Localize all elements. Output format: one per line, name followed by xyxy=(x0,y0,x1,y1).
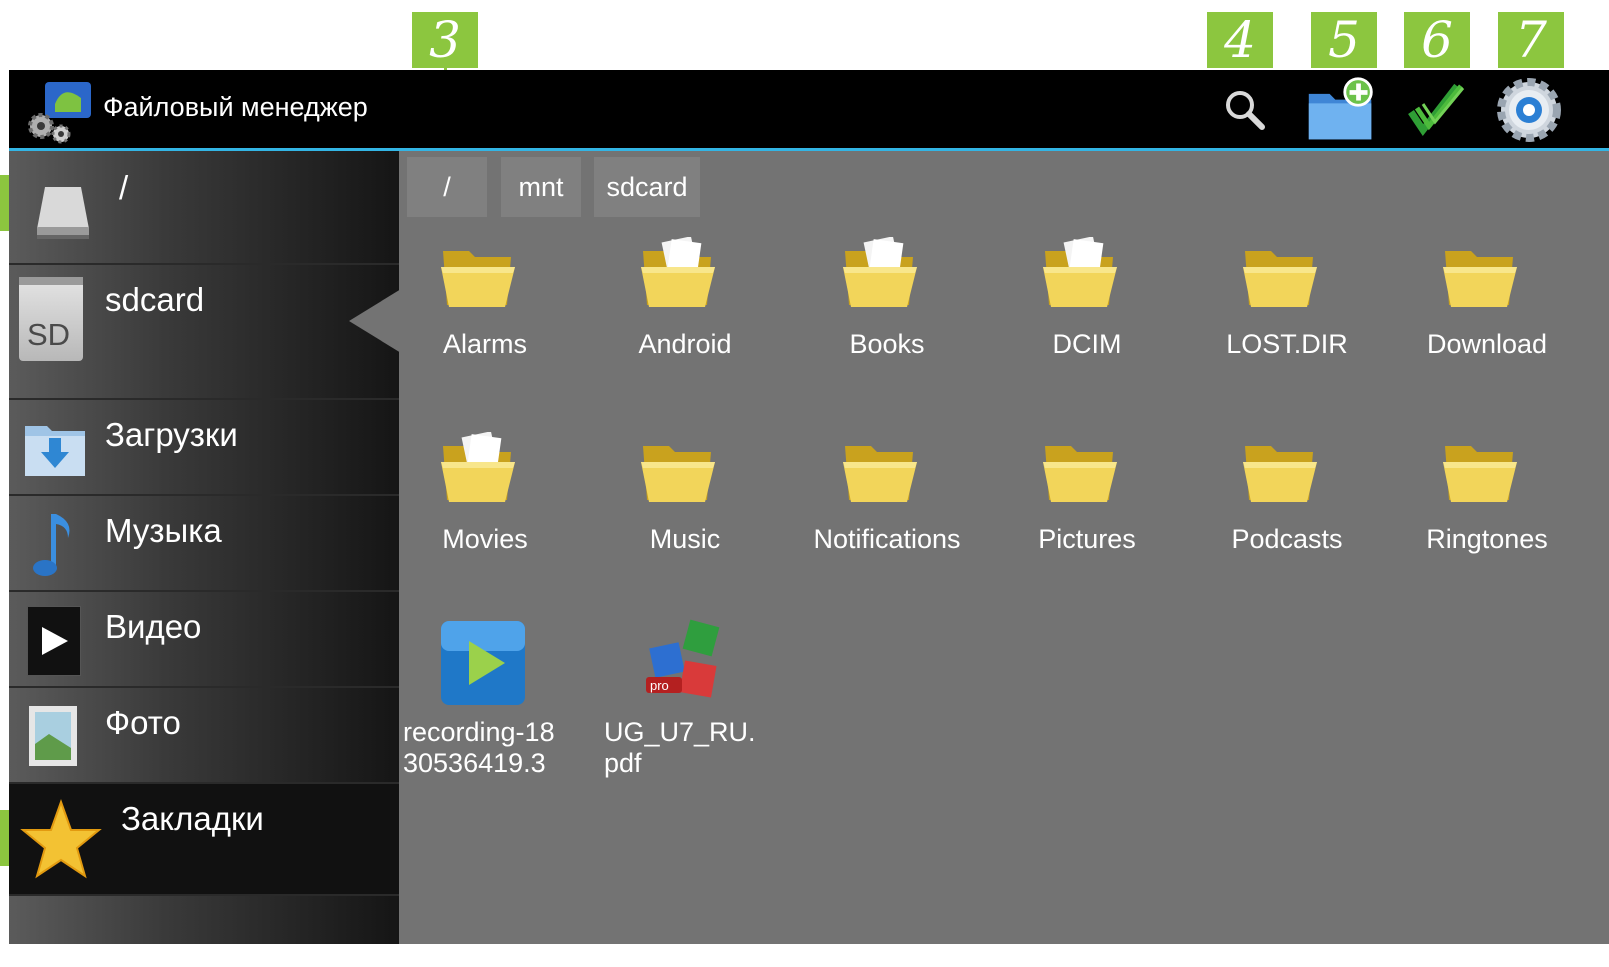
sd-card-icon: SD xyxy=(19,277,83,361)
folder-name: Books xyxy=(849,329,925,359)
file-manager-app: Файловый менеджер / SD sdcard Загрузки М… xyxy=(9,70,1609,944)
drive-icon xyxy=(37,187,89,239)
sidebar-item-label: Видео xyxy=(105,608,202,645)
sidebar-item-bookmarks[interactable]: Закладки xyxy=(9,784,399,896)
sidebar-item-label: Загрузки xyxy=(105,416,238,453)
callout-6: 6 xyxy=(1404,12,1470,68)
file-browser-panel: / mnt sdcard Alarms Android Books DCIM LOST.… xyxy=(399,151,1609,944)
callout-7: 7 xyxy=(1498,12,1564,68)
folder-name: Music xyxy=(649,524,721,554)
folder-name: Podcasts xyxy=(1231,524,1343,554)
folder-name: LOST.DIR xyxy=(1226,329,1348,359)
file-tile-recording[interactable]: recording-18 30536419.3 xyxy=(399,619,599,799)
folder-tile[interactable]: Download xyxy=(1401,237,1601,417)
music-note-icon xyxy=(33,514,70,576)
settings-icon xyxy=(1497,78,1561,142)
downloads-icon xyxy=(25,426,85,476)
sidebar-item-video[interactable]: Видео xyxy=(9,592,399,688)
new-folder-button[interactable] xyxy=(1305,74,1377,146)
sidebar-item-photos[interactable]: Фото xyxy=(9,688,399,784)
folder-icon xyxy=(1243,446,1317,502)
sidebar-item-label: sdcard xyxy=(105,281,205,318)
folder-icon xyxy=(1043,446,1117,502)
sidebar-item-downloads[interactable]: Загрузки xyxy=(9,400,399,496)
folder-tile[interactable]: DCIM xyxy=(1001,237,1201,417)
callout-5: 5 xyxy=(1311,12,1377,68)
folder-name: Pictures xyxy=(1038,524,1136,554)
folder-icon xyxy=(1243,251,1317,307)
breadcrumb-root[interactable]: / xyxy=(407,157,487,217)
folder-name: Download xyxy=(1426,329,1548,359)
folder-tile[interactable]: Ringtones xyxy=(1401,432,1601,612)
sidebar-item-music[interactable]: Музыка xyxy=(9,496,399,592)
folder-tile[interactable]: Music xyxy=(599,432,799,612)
folder-icon xyxy=(843,446,917,502)
sidebar-item-label: Музыка xyxy=(105,512,222,549)
folder-tile[interactable]: Movies xyxy=(399,432,599,612)
media-file-icon xyxy=(441,621,525,705)
settings-button[interactable] xyxy=(1493,74,1565,146)
sidebar-item-label: Фото xyxy=(105,704,181,741)
sidebar-item-sdcard[interactable]: SD sdcard xyxy=(9,265,401,400)
folder-tile[interactable]: Alarms xyxy=(399,237,599,417)
file-name: recording-18 30536419.3 xyxy=(403,717,555,778)
folder-tile[interactable]: Android xyxy=(599,237,799,417)
folder-icon xyxy=(1443,446,1517,502)
folder-icon xyxy=(843,237,917,307)
folder-tile[interactable]: LOST.DIR xyxy=(1201,237,1401,417)
folder-name: Notifications xyxy=(813,524,961,554)
folder-name: Ringtones xyxy=(1426,524,1548,554)
search-button[interactable] xyxy=(1209,74,1281,146)
breadcrumb-sdcard[interactable]: sdcard xyxy=(594,157,700,217)
selected-indicator xyxy=(349,289,401,353)
star-icon xyxy=(20,799,102,879)
multi-select-button[interactable] xyxy=(1401,74,1473,146)
video-play-icon xyxy=(27,606,81,676)
photo-icon xyxy=(29,706,77,766)
folder-tile[interactable]: Books xyxy=(801,237,1001,417)
folder-icon xyxy=(1043,237,1117,307)
folder-name: Android xyxy=(638,329,732,359)
app-gears-icon[interactable] xyxy=(25,80,95,144)
file-name: UG_U7_RU. pdf xyxy=(604,717,756,778)
sidebar-item-root[interactable]: / xyxy=(9,151,399,265)
folder-name: Alarms xyxy=(442,329,527,359)
folder-icon xyxy=(441,251,515,307)
callout-4: 4 xyxy=(1207,12,1273,68)
app-title: Файловый менеджер xyxy=(103,92,368,122)
new-folder-icon xyxy=(1308,77,1373,140)
folder-tile[interactable]: Podcasts xyxy=(1201,432,1401,612)
sidebar-item-label: Закладки xyxy=(121,800,264,837)
search-icon xyxy=(1226,91,1265,130)
callout-3: 3 xyxy=(412,12,478,68)
folder-name: Movies xyxy=(442,524,528,554)
breadcrumb-mnt[interactable]: mnt xyxy=(501,157,581,217)
action-bar: Файловый менеджер xyxy=(9,70,1609,151)
folder-icon xyxy=(641,446,715,502)
folder-icon xyxy=(441,432,515,502)
folder-icon xyxy=(1443,251,1517,307)
file-tile-pdf[interactable]: pro UG_U7_RU. pdf xyxy=(600,619,800,799)
folder-icon xyxy=(641,237,715,307)
office-app-icon: pro xyxy=(646,619,720,698)
multi-select-icon xyxy=(1408,83,1465,136)
folder-tile[interactable]: Pictures xyxy=(1001,432,1201,612)
folder-name: DCIM xyxy=(1052,329,1122,359)
sidebar-item-label: / xyxy=(119,169,129,206)
svg-text:pro: pro xyxy=(650,678,669,693)
folder-tile[interactable]: Notifications xyxy=(801,432,1001,612)
sidebar: / SD sdcard Загрузки Музыка Видео Фото З… xyxy=(9,151,401,944)
